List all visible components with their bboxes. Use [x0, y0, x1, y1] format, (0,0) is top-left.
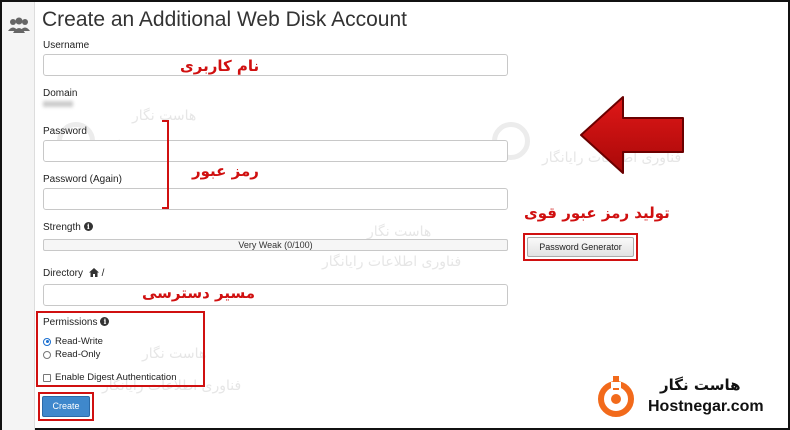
- read-only-radio[interactable]: Read-Only: [43, 349, 100, 360]
- password-again-label: Password (Again): [43, 174, 122, 185]
- password-generator-button[interactable]: Password Generator: [527, 237, 634, 257]
- password-bracket: [162, 120, 169, 209]
- create-button[interactable]: Create: [42, 396, 90, 417]
- logo-name-fa: هاست نگار: [660, 376, 741, 394]
- annotation-generator: تولید رمز عبور قوی: [524, 204, 670, 222]
- hostnegar-logo-icon: [598, 376, 634, 417]
- directory-label-row: Directory /: [43, 268, 104, 279]
- info-icon[interactable]: i: [100, 317, 110, 326]
- password-label: Password: [43, 126, 87, 137]
- permissions-label: Permissions: [43, 317, 98, 328]
- annotation-password: رمز عبور: [192, 162, 259, 180]
- permissions-label-row: Permissions i: [43, 317, 110, 328]
- info-icon[interactable]: i: [83, 222, 93, 231]
- page-title: Create an Additional Web Disk Account: [42, 8, 407, 31]
- password-generator-highlight: Password Generator: [523, 233, 638, 261]
- username-input[interactable]: [43, 54, 508, 76]
- strength-label: Strength: [43, 222, 81, 233]
- username-label: Username: [43, 40, 90, 51]
- home-icon: [88, 268, 99, 277]
- password-input[interactable]: [43, 140, 508, 162]
- directory-input[interactable]: [43, 284, 508, 306]
- watermark-tagline: فناوری اطلاعات رایانگار: [322, 254, 462, 270]
- users-icon[interactable]: [7, 16, 31, 34]
- read-write-label: Read-Write: [55, 336, 103, 347]
- annotation-username: نام کاربری: [180, 57, 260, 75]
- domain-label: Domain: [43, 88, 78, 99]
- password-again-input[interactable]: [43, 188, 508, 210]
- read-only-label: Read-Only: [55, 349, 101, 360]
- create-highlight: Create: [38, 392, 94, 421]
- strength-label-row: Strength i: [43, 222, 93, 233]
- directory-label: Directory: [43, 268, 84, 279]
- radio-read-write[interactable]: [43, 337, 51, 346]
- left-arrow-icon: [580, 96, 684, 174]
- annotation-directory: مسیر دسترسی: [142, 284, 256, 302]
- strength-meter: Very Weak (0/100): [43, 239, 508, 251]
- domain-value: [43, 101, 73, 107]
- watermark-name: هاست نگار: [367, 224, 432, 240]
- read-write-radio[interactable]: Read-Write: [43, 336, 103, 347]
- digest-auth-label: Enable Digest Authentication: [55, 372, 177, 383]
- directory-suffix: /: [101, 268, 105, 279]
- checkbox-digest-auth[interactable]: [43, 373, 51, 382]
- radio-read-only[interactable]: [43, 350, 51, 359]
- sidebar: [2, 2, 35, 430]
- digest-auth-checkbox[interactable]: Enable Digest Authentication: [43, 372, 176, 383]
- logo-name-en: Hostnegar.com: [648, 398, 764, 415]
